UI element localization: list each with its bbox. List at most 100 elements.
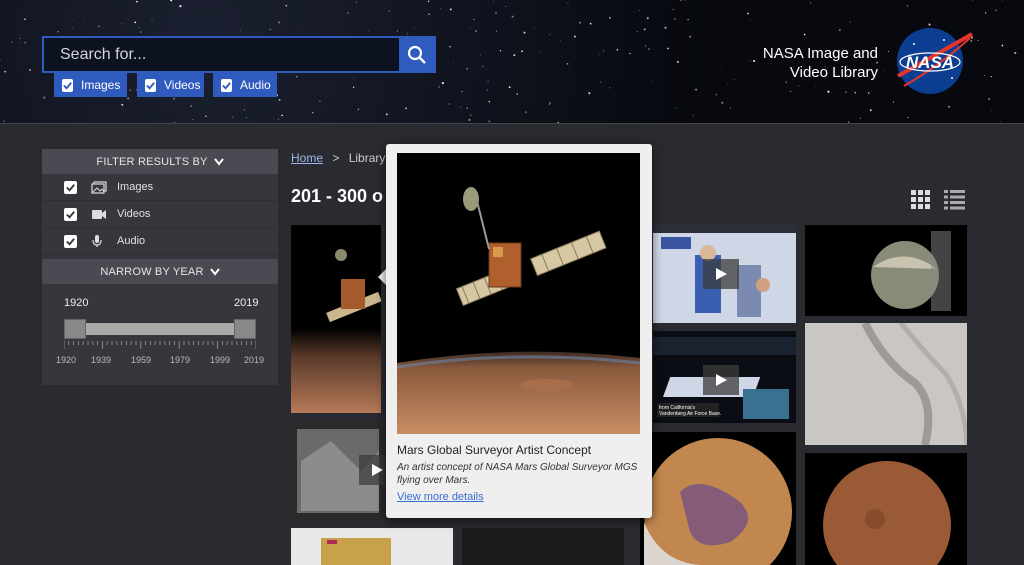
star xyxy=(78,109,80,110)
star xyxy=(721,101,724,104)
results-count: 201 - 300 o xyxy=(291,186,384,206)
result-tile-document[interactable] xyxy=(462,528,624,565)
list-view-button[interactable] xyxy=(944,190,965,210)
star xyxy=(634,12,635,13)
play-button[interactable] xyxy=(703,365,739,395)
star xyxy=(405,107,407,110)
star xyxy=(972,0,974,1)
search-button[interactable] xyxy=(399,38,434,71)
result-tile-surface-video[interactable] xyxy=(291,421,385,519)
site-title[interactable]: NASA Image and Video Library xyxy=(730,44,878,82)
breadcrumb-home-link[interactable]: Home xyxy=(291,151,323,165)
popup-image[interactable] xyxy=(397,153,640,434)
year-ticks xyxy=(64,341,256,349)
star xyxy=(948,105,950,108)
star xyxy=(428,13,430,16)
star xyxy=(672,108,674,109)
result-tile-video-meeting[interactable] xyxy=(653,225,796,323)
star xyxy=(488,100,491,103)
star xyxy=(72,27,74,28)
star xyxy=(684,0,686,1)
star xyxy=(357,108,360,111)
star xyxy=(994,9,997,12)
star xyxy=(643,28,646,31)
star xyxy=(664,26,667,29)
filter-audio-checkbox[interactable]: Audio xyxy=(213,73,277,97)
star xyxy=(990,75,992,78)
sidebar-filter-images-label: Images xyxy=(117,181,154,193)
result-tile-mars-globe[interactable] xyxy=(640,432,796,565)
star xyxy=(120,23,122,25)
result-tile-mars-dark[interactable] xyxy=(805,453,967,565)
result-tile-launch-video[interactable]: from California's Vandenberg Air Force B… xyxy=(653,331,796,423)
filter-results-heading[interactable]: FILTER RESULTS BY xyxy=(42,149,278,174)
star xyxy=(488,120,491,123)
filter-images-checkbox[interactable]: Images xyxy=(54,73,127,97)
filter-results-heading-label: FILTER RESULTS BY xyxy=(96,155,208,168)
star xyxy=(469,28,471,29)
terrain-thumbnail xyxy=(861,323,967,445)
sidebar-filter-images[interactable]: Images xyxy=(42,174,278,201)
star xyxy=(689,35,692,38)
filter-videos-checkbox[interactable]: Videos xyxy=(137,73,204,97)
star xyxy=(296,76,298,78)
result-tile-mars-surveyor[interactable] xyxy=(291,225,381,413)
narrow-by-year-heading[interactable]: NARROW BY YEAR xyxy=(42,259,278,284)
star xyxy=(487,80,489,83)
star xyxy=(651,80,653,82)
star xyxy=(134,21,137,24)
list-view-icon xyxy=(944,190,965,210)
grid-view-button[interactable] xyxy=(911,190,931,210)
sidebar-filter-videos[interactable]: Videos xyxy=(42,201,278,228)
nasa-logo[interactable]: NASA xyxy=(894,26,974,96)
star xyxy=(977,39,979,41)
star xyxy=(647,48,650,51)
star xyxy=(129,89,132,92)
year-range-slider[interactable] xyxy=(64,319,256,339)
star xyxy=(505,6,507,7)
star xyxy=(827,90,830,93)
star xyxy=(1014,51,1017,55)
star xyxy=(658,116,660,117)
star xyxy=(854,91,857,94)
star xyxy=(727,83,728,84)
chevron-down-icon xyxy=(209,267,220,276)
play-icon xyxy=(716,374,727,386)
star xyxy=(988,97,991,101)
result-tile-hardware[interactable] xyxy=(291,528,453,565)
search-input[interactable] xyxy=(44,38,401,71)
star xyxy=(461,91,463,93)
play-button[interactable] xyxy=(703,259,739,289)
star xyxy=(845,91,847,93)
svg-text:Vandenberg Air Force Base.: Vandenberg Air Force Base. xyxy=(659,411,721,417)
star xyxy=(984,12,987,14)
star xyxy=(466,107,468,109)
slider-handle-start[interactable] xyxy=(64,319,86,339)
star xyxy=(205,115,207,117)
checkbox-checked-icon xyxy=(145,78,156,92)
image-icon xyxy=(91,180,107,194)
result-tile-terrain[interactable] xyxy=(805,323,967,445)
star xyxy=(438,86,440,88)
view-more-details-link[interactable]: View more details xyxy=(397,491,484,503)
sidebar-filter-audio[interactable]: Audio xyxy=(42,228,278,255)
star xyxy=(24,18,26,21)
star xyxy=(352,86,355,89)
result-tile-mars-rings[interactable] xyxy=(805,225,967,316)
play-button[interactable] xyxy=(359,455,385,485)
star xyxy=(645,45,647,47)
year-start-label: 1920 xyxy=(64,297,89,309)
slider-track xyxy=(64,323,256,335)
star xyxy=(1001,44,1004,47)
year-tick-label: 1939 xyxy=(91,355,112,365)
star xyxy=(516,93,518,95)
star xyxy=(232,116,234,118)
star xyxy=(138,27,140,29)
star xyxy=(569,69,571,71)
slider-handle-end[interactable] xyxy=(234,319,256,339)
year-tick-label: 1920 xyxy=(56,355,77,365)
star xyxy=(388,10,390,12)
star xyxy=(71,19,73,21)
star xyxy=(1002,0,1003,1)
star xyxy=(603,50,605,52)
